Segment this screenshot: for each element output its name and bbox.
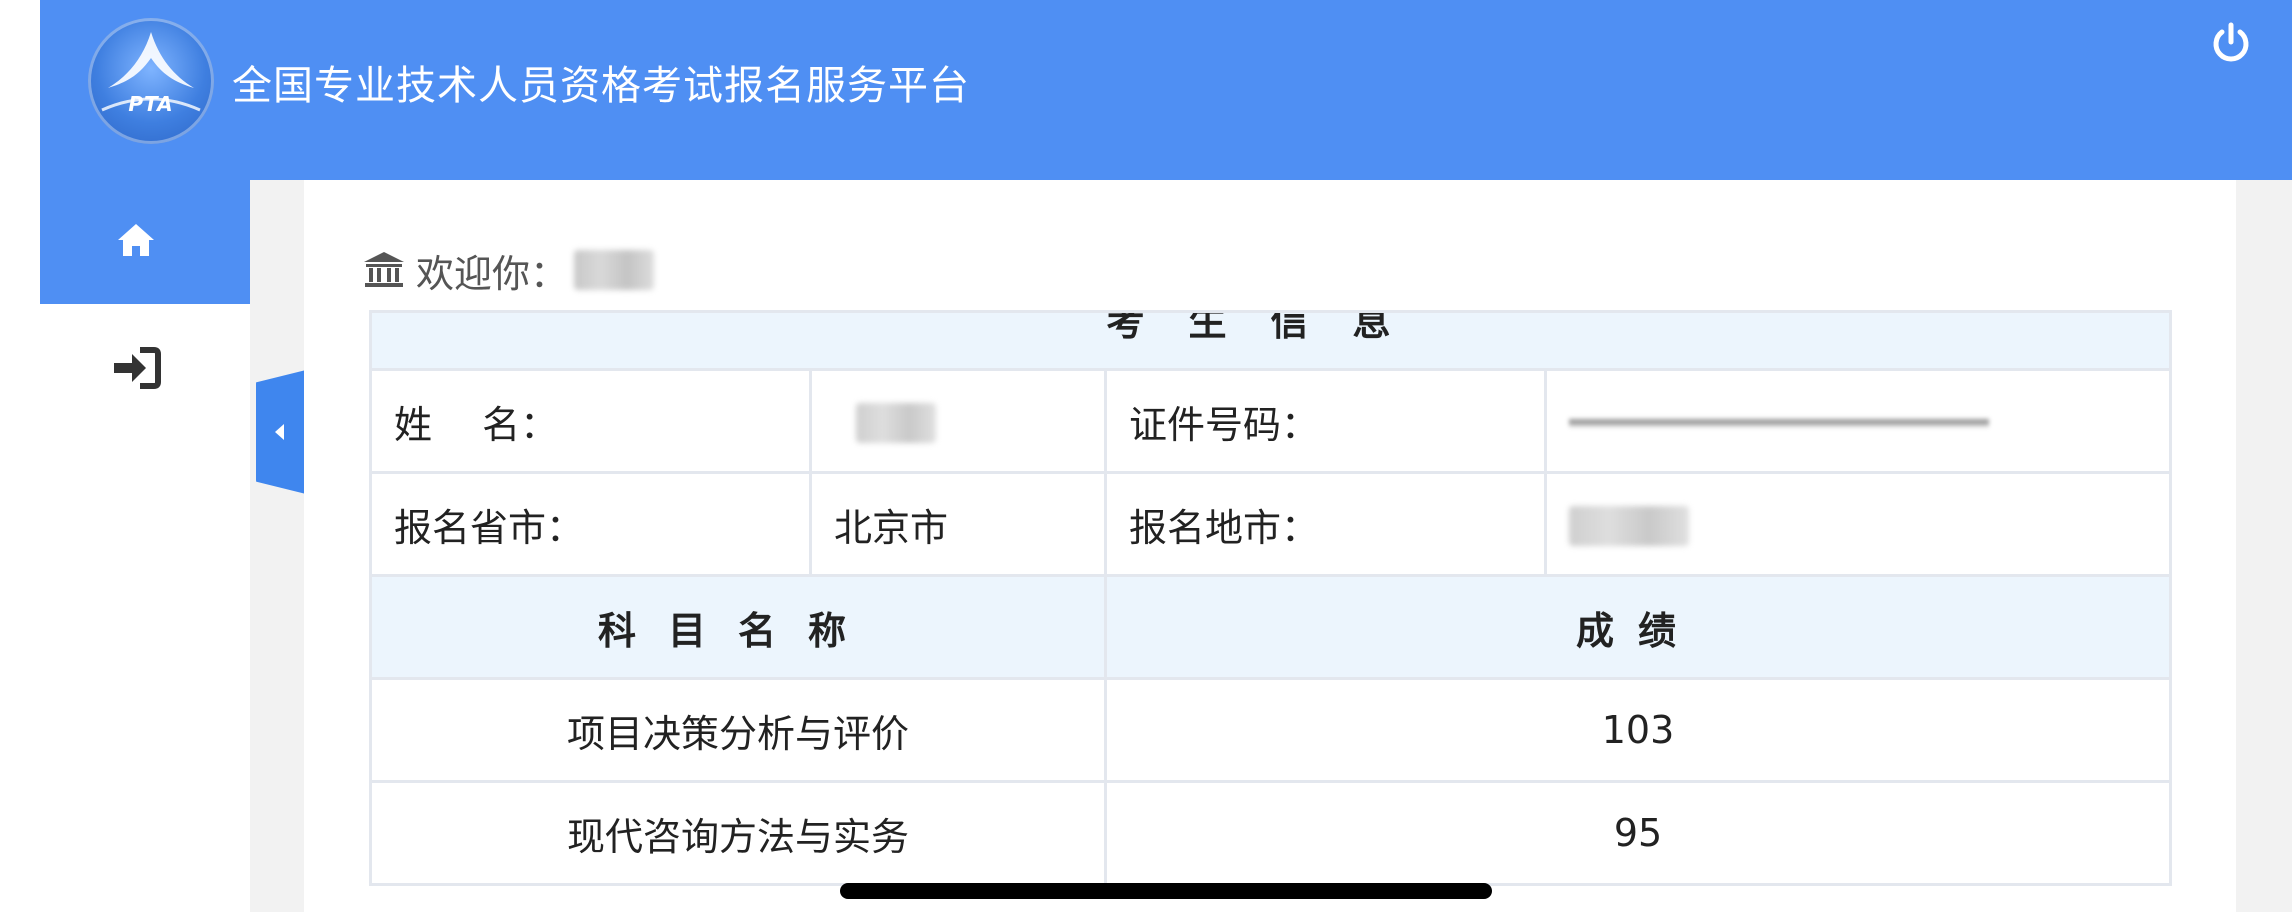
welcome-text: 欢迎你： [416, 251, 569, 296]
home-indicator [840, 883, 1492, 899]
section-title-cell: 考生信息 [368, 310, 2173, 371]
sidebar [40, 180, 250, 912]
subject-name: 项目决策分析与评价 [369, 677, 1107, 783]
sidebar-item-home[interactable] [40, 180, 250, 304]
redacted-id-number [1569, 400, 1989, 445]
id-value [1543, 368, 2173, 474]
subject-score: 95 [1103, 780, 2173, 886]
power-button[interactable] [2208, 20, 2254, 66]
city-label: 报名地市： [1104, 471, 1547, 577]
score-header: 成绩 [1103, 574, 2173, 680]
province-label: 报名省市： [369, 471, 812, 577]
app-title: 全国专业技术人员资格考试报名服务平台 [232, 63, 970, 109]
id-label: 证件号码： [1104, 368, 1547, 474]
page: PTA 全国专业技术人员资格考试报名服务平台 欢迎你： 考生信息 姓 名： 证件… [0, 0, 2292, 912]
city-value [1543, 471, 2173, 577]
home-icon [118, 224, 154, 256]
top-header: PTA 全国专业技术人员资格考试报名服务平台 [40, 0, 2292, 180]
section-title: 考生信息 [1106, 311, 1435, 345]
pta-logo: PTA [88, 18, 214, 144]
redacted-name [856, 403, 936, 444]
subject-score: 103 [1103, 677, 2173, 783]
welcome-line: 欢迎你： [362, 238, 655, 302]
power-icon [2213, 22, 2249, 62]
sidebar-item-login[interactable] [110, 340, 166, 396]
table-row: 现代咨询方法与实务 95 [369, 780, 2173, 886]
name-value [809, 368, 1107, 474]
redacted-city [1569, 506, 1689, 547]
redacted-username [574, 250, 655, 290]
name-label: 姓 名： [369, 368, 812, 474]
sidebar-collapse-toggle[interactable] [256, 370, 306, 494]
main-card: 欢迎你： 考生信息 姓 名： 证件号码： 报名省市： 北京市 报名地市： 科目名… [304, 180, 2236, 912]
province-value: 北京市 [809, 471, 1107, 577]
candidate-info-table: 考生信息 姓 名： 证件号码： 报名省市： 北京市 报名地市： 科目名称 成绩 … [368, 310, 2173, 886]
table-row: 项目决策分析与评价 103 [369, 677, 2173, 783]
logo-text: PTA [128, 92, 174, 116]
bank-icon [364, 252, 404, 287]
sign-in-icon [114, 347, 161, 389]
subject-name: 现代咨询方法与实务 [369, 780, 1107, 886]
caret-left-icon [275, 424, 284, 440]
subject-header: 科目名称 [369, 574, 1107, 680]
